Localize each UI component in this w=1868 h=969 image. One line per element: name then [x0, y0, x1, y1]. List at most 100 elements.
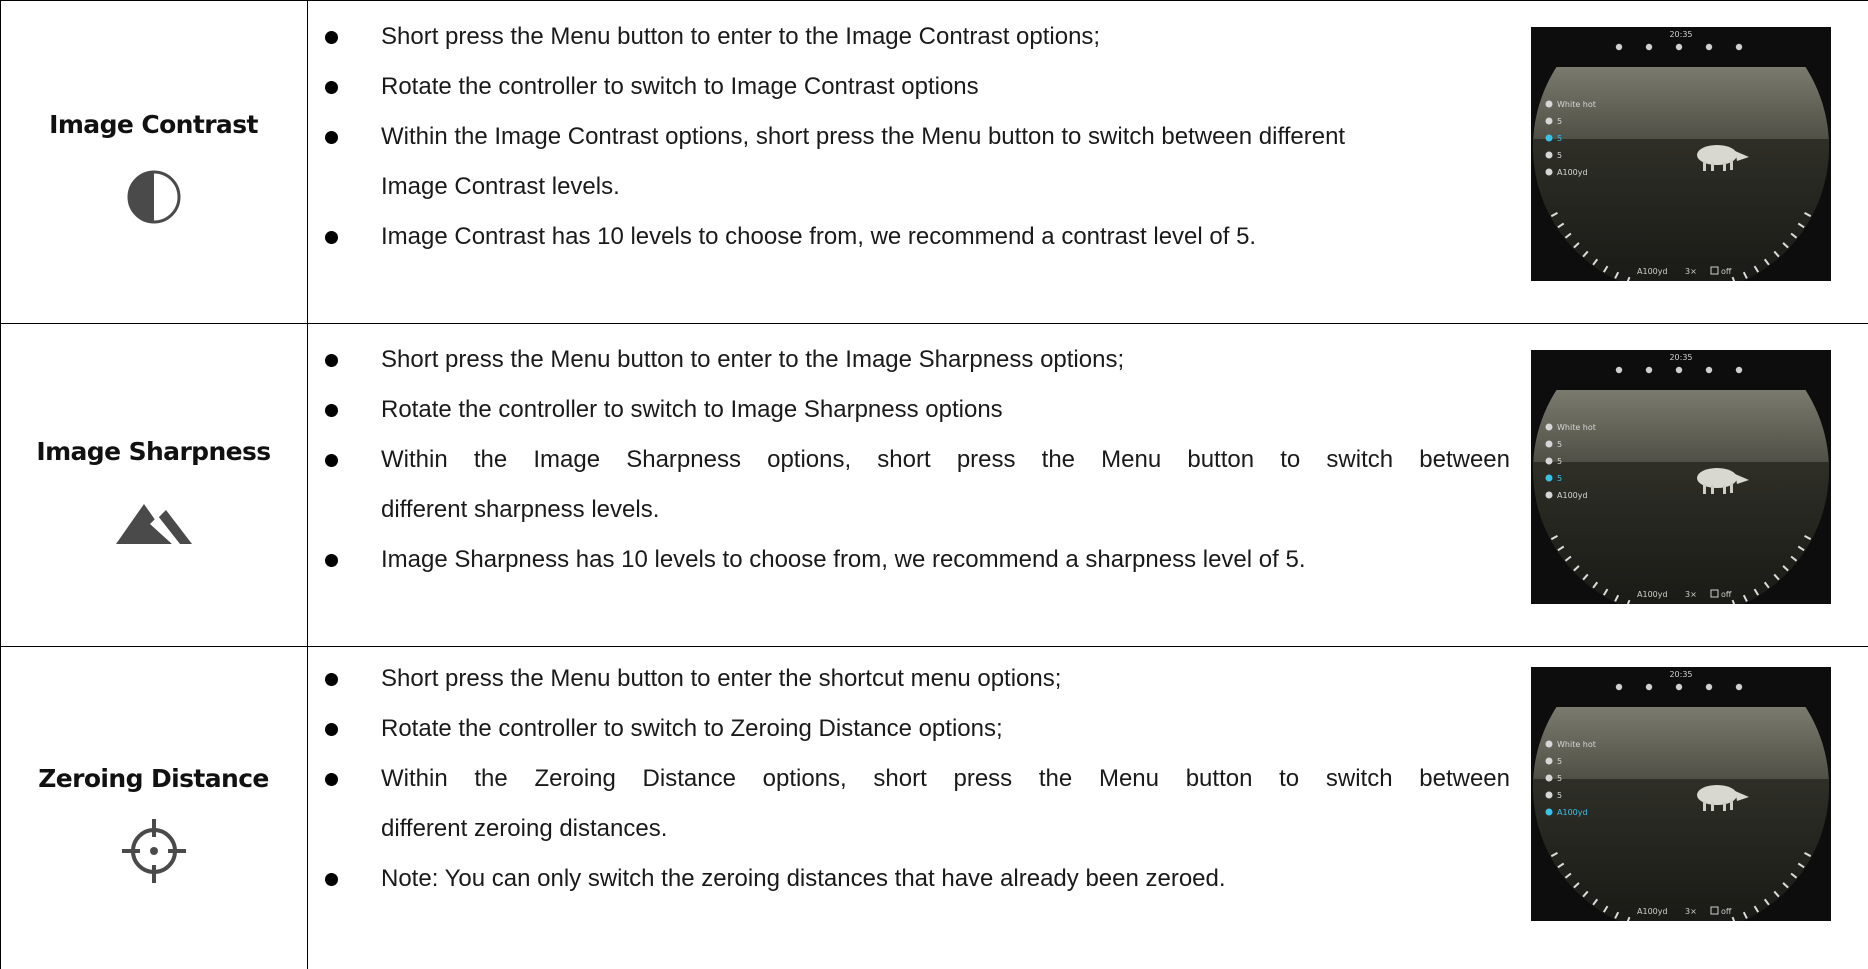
- bullet-dot: [325, 773, 338, 786]
- list-item-continuation: different zeroing distances.: [325, 804, 1510, 854]
- palette-icon: [1545, 740, 1553, 748]
- menu-value-brightness: 5: [1557, 117, 1562, 126]
- sharpness-icon: [1545, 791, 1553, 799]
- instruction-table: Image Contrast Short press the Menu butt…: [0, 0, 1868, 969]
- bullet-text: Short press the Menu button to enter the…: [381, 665, 1062, 692]
- list-item: Rotate the controller to switch to Image…: [325, 385, 1510, 435]
- bullet-dot: [325, 723, 338, 736]
- bullet-list: Short press the Menu button to enter to …: [325, 12, 1510, 262]
- bullet-list: Short press the Menu button to enter to …: [325, 335, 1510, 585]
- mic-icon: [1705, 683, 1713, 691]
- menu-value-zero: A100yd: [1557, 808, 1588, 817]
- wifi-icon: [1645, 43, 1653, 51]
- table-row: Image Contrast Short press the Menu butt…: [0, 0, 1868, 323]
- bullet-text: Image Contrast has 10 levels to choose f…: [381, 223, 1257, 250]
- settings-icon: [1675, 683, 1683, 691]
- bullet-text: Image Sharpness has 10 levels to choose …: [381, 546, 1306, 573]
- row-title: Zeroing Distance: [38, 764, 269, 793]
- pip-readout: off: [1721, 590, 1732, 599]
- bullet-dot: [325, 454, 338, 467]
- clock-readout: 20:35: [1669, 353, 1692, 362]
- brightness-icon: [1545, 117, 1553, 125]
- bullet-dot: [325, 554, 338, 567]
- zero-readout: A100yd: [1637, 590, 1668, 599]
- bullet-text: Rotate the controller to switch to Zeroi…: [381, 715, 1003, 742]
- clock-readout: 20:35: [1669, 30, 1692, 39]
- menu-value-zero: A100yd: [1557, 168, 1588, 177]
- zero-readout: A100yd: [1637, 907, 1668, 916]
- bullet-text: Within the Image Contrast options, short…: [381, 123, 1346, 150]
- settings-icon: [1675, 43, 1683, 51]
- brightness-icon: [1545, 440, 1553, 448]
- record-icon: [1735, 43, 1743, 51]
- mic-icon: [1705, 43, 1713, 51]
- bullet-dot: [325, 873, 338, 886]
- list-item: Within the Zeroing Distance options, sho…: [325, 754, 1510, 804]
- crosshair-icon: [1545, 808, 1553, 816]
- list-item: Rotate the controller to switch to Zeroi…: [325, 704, 1510, 754]
- bullet-text: Image Contrast levels.: [381, 173, 620, 200]
- record-icon: [1735, 366, 1743, 374]
- zero-readout: A100yd: [1637, 267, 1668, 276]
- menu-value-brightness: 5: [1557, 757, 1562, 766]
- crosshair-icon: [1545, 168, 1553, 176]
- clock-readout: 20:35: [1669, 670, 1692, 679]
- bullet-dot: [325, 673, 338, 686]
- wifi-icon: [1645, 366, 1653, 374]
- bullet-dot: [325, 231, 338, 244]
- device-screen-thumbnail: 20:35 White hot 5 5 5 A100yd A100yd 3× off: [1531, 667, 1831, 921]
- eye-icon: [1615, 43, 1623, 51]
- sharpness-icon: [1545, 151, 1553, 159]
- palette-icon: [1545, 100, 1553, 108]
- device-screen: 20:35 White hot 5 5 5 A100yd A100yd 3× off: [1533, 350, 1829, 604]
- list-item: Short press the Menu button to enter to …: [325, 12, 1510, 62]
- row-header: Image Contrast: [0, 110, 307, 225]
- device-screen-thumbnail: 20:35 White hot 5 5 5 A100yd A100yd 3× off: [1531, 27, 1831, 281]
- record-icon: [1735, 683, 1743, 691]
- bullet-text: Rotate the controller to switch to Image…: [381, 73, 979, 100]
- device-screen: 20:35 White hot 5 5 5 A100yd A100yd 3× off: [1533, 667, 1829, 921]
- brightness-icon: [1545, 757, 1553, 765]
- table-row: Image Sharpness Short press the Menu but…: [0, 323, 1868, 646]
- contrast-icon: [127, 170, 180, 224]
- bullet-text: different sharpness levels.: [381, 496, 660, 523]
- menu-value-palette: White hot: [1557, 423, 1596, 432]
- menu-value-zero: A100yd: [1557, 491, 1588, 500]
- row-title: Image Sharpness: [36, 437, 271, 466]
- row-header: Image Sharpness: [0, 437, 307, 546]
- list-item: Image Sharpness has 10 levels to choose …: [325, 535, 1510, 585]
- bullet-dot: [325, 404, 338, 417]
- bullet-dot: [325, 131, 338, 144]
- contrast-icon: [1545, 774, 1553, 782]
- bullet-text: Rotate the controller to switch to Image…: [381, 396, 1003, 423]
- menu-value-sharpness: 5: [1557, 151, 1562, 160]
- pip-readout: off: [1721, 907, 1732, 916]
- list-item: Within the Image Sharpness options, shor…: [325, 435, 1510, 485]
- bullet-text: Short press the Menu button to enter to …: [381, 23, 1101, 50]
- row-header: Zeroing Distance: [0, 764, 307, 885]
- zoom-readout: 3×: [1685, 907, 1697, 916]
- list-item-continuation: Image Contrast levels.: [325, 162, 1510, 212]
- list-item: Short press the Menu button to enter to …: [325, 335, 1510, 385]
- bullet-list: Short press the Menu button to enter the…: [325, 654, 1510, 904]
- bullet-text: Note: You can only switch the zeroing di…: [381, 865, 1226, 892]
- menu-value-sharpness: 5: [1557, 474, 1562, 483]
- menu-value-brightness: 5: [1557, 440, 1562, 449]
- list-item: Within the Image Contrast options, short…: [325, 112, 1510, 162]
- device-screen-thumbnail: 20:35 White hot 5 5 5 A100yd A100yd 3× off: [1531, 350, 1831, 604]
- menu-value-contrast: 5: [1557, 774, 1562, 783]
- row-title: Image Contrast: [49, 110, 258, 139]
- bullet-dot: [325, 31, 338, 44]
- pip-readout: off: [1721, 267, 1732, 276]
- menu-value-palette: White hot: [1557, 100, 1596, 109]
- wifi-icon: [1645, 683, 1653, 691]
- list-item-continuation: different sharpness levels.: [325, 485, 1510, 535]
- palette-icon: [1545, 423, 1553, 431]
- settings-icon: [1675, 366, 1683, 374]
- bullet-dot: [325, 354, 338, 367]
- list-item: Image Contrast has 10 levels to choose f…: [325, 212, 1510, 262]
- crosshair-icon: [121, 819, 186, 883]
- menu-value-sharpness: 5: [1557, 791, 1562, 800]
- bullet-text: different zeroing distances.: [381, 815, 668, 842]
- menu-value-contrast: 5: [1557, 457, 1562, 466]
